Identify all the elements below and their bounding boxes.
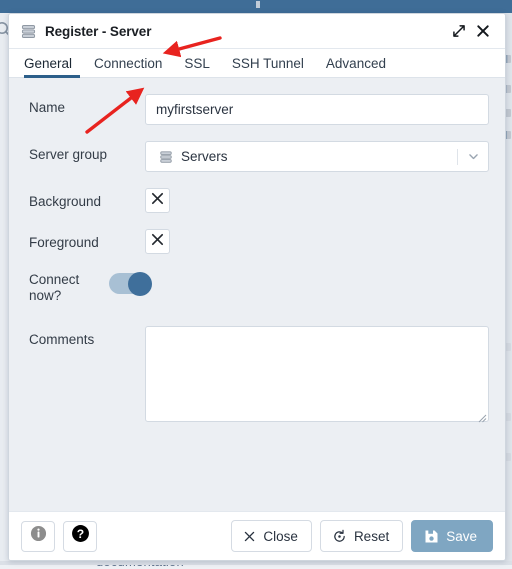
background-window-titlebar [0, 0, 512, 13]
floppy-disk-icon [424, 529, 439, 544]
tab-advanced[interactable]: Advanced [315, 49, 397, 77]
background-tab-glyph [256, 1, 260, 8]
tab-ssl-label: SSL [184, 55, 210, 71]
help-button[interactable]: ? [63, 520, 97, 552]
form-row-connect-now: Connect now? [9, 270, 505, 304]
comments-control [145, 326, 489, 423]
toggle-knob [128, 271, 152, 296]
form-row-server-group: Server group Servers [9, 141, 505, 172]
info-circle-icon [30, 525, 47, 547]
server-stack-icon [21, 24, 36, 39]
svg-text:?: ? [76, 527, 83, 541]
tab-general-label: General [24, 55, 73, 71]
name-label: Name [29, 100, 66, 115]
tab-general[interactable]: General [21, 49, 83, 78]
server-group-value: Servers [181, 149, 228, 164]
chevron-down-icon[interactable] [458, 150, 488, 163]
connect-now-control [109, 270, 489, 296]
save-button[interactable]: Save [411, 520, 493, 552]
background-control [145, 188, 489, 213]
background-bottom-strip [0, 561, 512, 565]
form-row-background: Background [9, 188, 505, 213]
reset-button-label: Reset [353, 528, 390, 544]
save-button-label: Save [446, 528, 477, 544]
connect-now-toggle[interactable] [109, 271, 152, 296]
register-server-dialog: Register - Server General Connection SSL [8, 13, 506, 561]
tab-connection-label: Connection [94, 55, 163, 71]
close-icon[interactable] [471, 19, 495, 43]
form-row-foreground: Foreground [9, 229, 505, 254]
tab-advanced-label: Advanced [325, 55, 386, 71]
dialog-title: Register - Server [45, 23, 152, 39]
tab-ssh-tunnel[interactable]: SSH Tunnel [221, 49, 315, 77]
dialog-footer: ? Close Reset Save [9, 511, 505, 560]
form-row-comments: Comments [9, 326, 505, 423]
form-row-name: Name [9, 94, 505, 125]
clear-color-x-icon [150, 232, 165, 252]
info-button[interactable] [21, 520, 55, 552]
dialog-body: Name Server group Servers [9, 78, 505, 511]
close-x-icon [243, 530, 256, 543]
dialog-tabbar: General Connection SSL SSH Tunnel Advanc… [9, 49, 505, 78]
name-input[interactable] [145, 94, 489, 125]
clear-color-x-icon [150, 191, 165, 211]
foreground-control [145, 229, 489, 254]
close-button-label: Close [263, 528, 298, 544]
foreground-label: Foreground [29, 235, 99, 250]
connect-now-label: Connect now? [29, 272, 80, 304]
server-group-icon [159, 150, 173, 164]
tab-connection[interactable]: Connection [83, 49, 173, 77]
reset-revert-icon [332, 529, 347, 544]
comments-label: Comments [29, 332, 95, 348]
tab-ssl[interactable]: SSL [173, 49, 221, 77]
reset-button[interactable]: Reset [319, 520, 404, 552]
foreground-color-clear-button[interactable] [145, 229, 170, 254]
background-label: Background [29, 194, 102, 209]
tab-ssh-tunnel-label: SSH Tunnel [231, 55, 304, 71]
server-group-control: Servers [145, 141, 489, 172]
close-button-footer[interactable]: Close [231, 520, 312, 552]
expand-icon[interactable] [447, 19, 471, 43]
background-color-clear-button[interactable] [145, 188, 170, 213]
server-group-label: Server group [29, 147, 108, 162]
comments-textarea[interactable] [145, 326, 489, 423]
dialog-titlebar: Register - Server [9, 14, 505, 49]
server-group-select[interactable]: Servers [145, 141, 489, 172]
name-control [145, 94, 489, 125]
help-circle-icon: ? [71, 524, 90, 548]
